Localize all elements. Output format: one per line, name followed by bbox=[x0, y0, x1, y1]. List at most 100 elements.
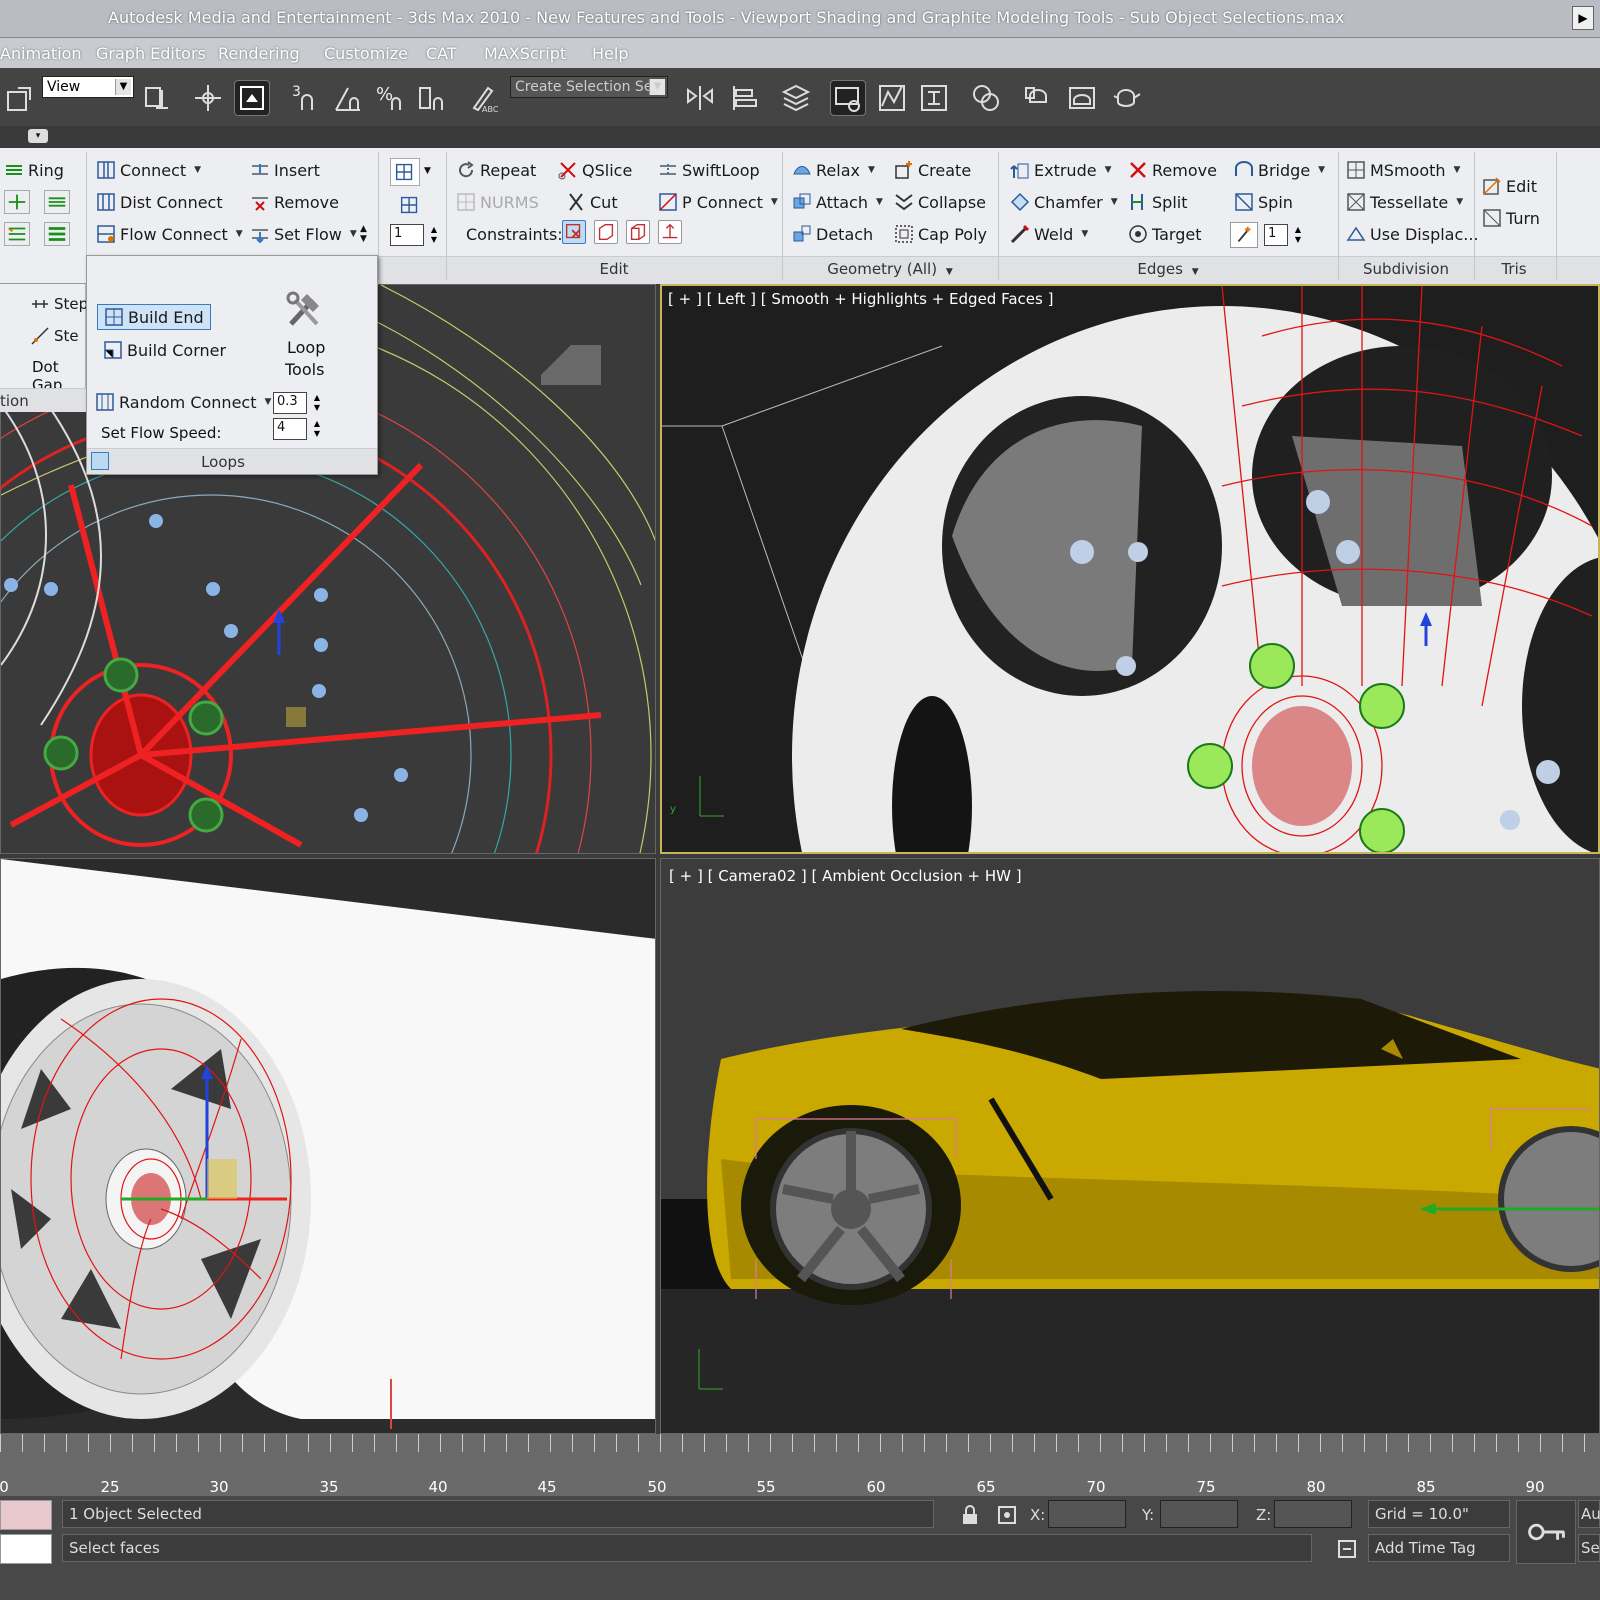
spinner-arrows-icon[interactable]: ▲ ▼ bbox=[431, 225, 437, 245]
menu-help[interactable]: Help bbox=[592, 44, 628, 63]
cut-button[interactable]: Cut bbox=[566, 192, 618, 212]
snap-3d-icon[interactable]: 3 bbox=[288, 80, 324, 116]
viewport-perspective[interactable] bbox=[0, 858, 656, 1434]
mirror-icon[interactable] bbox=[682, 80, 718, 116]
viewport-left-label[interactable]: [ + ] [ Left ] [ Smooth + Highlights + E… bbox=[668, 290, 1053, 308]
random-connect-button[interactable]: Random Connect ▼ bbox=[95, 392, 271, 412]
menu-maxscript[interactable]: MAXScript bbox=[484, 44, 566, 63]
edit-named-selection-icon[interactable]: ABC bbox=[466, 80, 502, 116]
bridge-button[interactable]: Bridge ▼ bbox=[1234, 160, 1325, 180]
weld-threshold-spinner[interactable]: 1 ▲ ▼ bbox=[1264, 224, 1301, 246]
weld-threshold-icon[interactable] bbox=[1230, 222, 1258, 248]
menu-graph-editors[interactable]: Graph Editors bbox=[96, 44, 206, 63]
chevron-down-icon[interactable]: ▼ bbox=[1111, 197, 1118, 207]
step-loop-button[interactable]: Step bbox=[30, 294, 88, 314]
maxscript-listener-mini[interactable] bbox=[0, 1500, 52, 1530]
x-coordinate-field[interactable] bbox=[1048, 1500, 1126, 1528]
move-gizmo-icon[interactable] bbox=[190, 80, 226, 116]
chevron-down-icon[interactable]: ▼ bbox=[1454, 165, 1461, 175]
ring-mode-icon[interactable] bbox=[44, 222, 70, 246]
set-flow-speed-spinner[interactable]: 4 ▲ ▼ bbox=[273, 418, 320, 440]
maxscript-input-mini[interactable] bbox=[0, 1534, 52, 1564]
collapse-button[interactable]: Collapse bbox=[894, 192, 986, 212]
time-tag-icon[interactable] bbox=[1336, 1538, 1358, 1560]
extrude-button[interactable]: Extrude ▼ bbox=[1010, 160, 1112, 180]
chevron-down-icon[interactable]: ▼ bbox=[1456, 197, 1463, 207]
loop-mode-icon[interactable] bbox=[4, 222, 30, 246]
msmooth-button[interactable]: MSmooth ▼ bbox=[1346, 160, 1460, 180]
region-select-icon[interactable] bbox=[2, 80, 38, 116]
chevron-down-icon[interactable]: ▼ bbox=[115, 79, 131, 95]
flow-connect-button[interactable]: Flow Connect ▼ bbox=[96, 224, 243, 244]
weld-button[interactable]: Weld ▼ bbox=[1010, 224, 1088, 244]
select-pattern-icon[interactable] bbox=[396, 192, 426, 220]
z-coordinate-field[interactable] bbox=[1274, 1500, 1352, 1528]
shrink-loop-icon[interactable] bbox=[44, 190, 70, 214]
chevron-down-icon[interactable]: ▼ bbox=[946, 267, 953, 277]
random-connect-spinner[interactable]: 0.3 ▲ ▼ bbox=[273, 392, 320, 414]
schematic-view-icon[interactable] bbox=[916, 80, 952, 116]
grow-loop-icon[interactable] bbox=[4, 190, 30, 214]
constraint-none-icon[interactable] bbox=[562, 220, 586, 244]
chevron-down-icon[interactable]: ▼ bbox=[1081, 229, 1088, 239]
chevron-down-icon[interactable]: ▼ bbox=[194, 165, 201, 175]
percent-snap-icon[interactable]: % bbox=[372, 80, 408, 116]
repeat-button[interactable]: Repeat bbox=[456, 160, 536, 180]
reference-coord-dropdown[interactable]: View ▼ bbox=[42, 76, 134, 98]
chevron-down-icon[interactable]: ▼ bbox=[1192, 267, 1199, 277]
p-connect-button[interactable]: P Connect ▼ bbox=[658, 192, 778, 212]
chevron-down-icon[interactable]: ▼ bbox=[350, 229, 357, 239]
manipulate-icon[interactable] bbox=[234, 80, 270, 116]
align-icon[interactable] bbox=[726, 80, 762, 116]
remove-loop-button[interactable]: Remove bbox=[250, 192, 339, 212]
chevron-down-icon[interactable]: ▼ bbox=[1318, 165, 1325, 175]
auto-key-button[interactable]: Au bbox=[1578, 1500, 1600, 1528]
add-time-tag[interactable]: Add Time Tag bbox=[1368, 1534, 1510, 1562]
set-flow-spinner[interactable]: ▲ ▼ bbox=[360, 224, 367, 244]
chevron-down-icon[interactable]: ▼ bbox=[868, 165, 875, 175]
pivot-icon[interactable] bbox=[140, 80, 176, 116]
menu-customize[interactable]: Customize bbox=[324, 44, 408, 63]
detach-button[interactable]: Detach bbox=[792, 224, 873, 244]
chevron-down-icon[interactable]: ▼ bbox=[264, 397, 271, 407]
spinner-arrows-icon[interactable]: ▲ ▼ bbox=[1295, 225, 1301, 245]
time-slider-track[interactable]: 0 25 30 35 40 45 50 55 60 65 70 75 80 85 90 bbox=[0, 1434, 1600, 1496]
set-key-icon[interactable] bbox=[1516, 1500, 1576, 1564]
viewport-camera[interactable]: [ + ] [ Camera02 ] [ Ambient Occlusion +… bbox=[660, 858, 1600, 1434]
material-editor-icon[interactable] bbox=[968, 80, 1004, 116]
loop-tools-icon[interactable] bbox=[283, 290, 327, 330]
viewport-left-view[interactable]: y [ + ] [ Left ] [ Smooth + Highlights +… bbox=[660, 284, 1600, 854]
chevron-down-icon[interactable]: ▼ bbox=[236, 229, 243, 239]
qslice-button[interactable]: QSlice bbox=[558, 160, 632, 180]
menu-cat[interactable]: CAT bbox=[426, 44, 457, 63]
chevron-down-icon[interactable]: ▼ bbox=[1105, 165, 1112, 175]
edit-tris-button[interactable]: Edit bbox=[1482, 176, 1537, 196]
y-coordinate-field[interactable] bbox=[1160, 1500, 1238, 1528]
menu-animation[interactable]: Animation bbox=[0, 44, 82, 63]
turn-button[interactable]: Turn bbox=[1482, 208, 1540, 228]
dist-connect-button[interactable]: Dist Connect bbox=[96, 192, 223, 212]
select-by-icon[interactable] bbox=[390, 158, 420, 186]
spinner-arrows-icon[interactable]: ▲ ▼ bbox=[314, 393, 320, 413]
rendered-frame-window-icon[interactable] bbox=[1064, 80, 1100, 116]
chamfer-button[interactable]: Chamfer ▼ bbox=[1010, 192, 1118, 212]
absolute-mode-icon[interactable] bbox=[996, 1504, 1018, 1526]
set-flow-button[interactable]: Set Flow ▼ bbox=[250, 224, 357, 244]
chevron-down-icon[interactable]: ▼ bbox=[876, 197, 883, 207]
target-weld-button[interactable]: Target bbox=[1128, 224, 1202, 244]
remove-edge-button[interactable]: Remove bbox=[1128, 160, 1217, 180]
split-button[interactable]: Split bbox=[1128, 192, 1187, 212]
viewport-camera-label[interactable]: [ + ] [ Camera02 ] [ Ambient Occlusion +… bbox=[669, 867, 1022, 885]
constraint-face-icon[interactable] bbox=[626, 220, 650, 244]
attach-button[interactable]: Attach ▼ bbox=[792, 192, 883, 212]
angle-snap-icon[interactable] bbox=[330, 80, 366, 116]
create-button[interactable]: Create bbox=[894, 160, 971, 180]
step-mode-button[interactable]: Ste bbox=[30, 326, 79, 346]
selection-lock-icon[interactable] bbox=[960, 1504, 980, 1526]
render-teapot-icon[interactable] bbox=[1108, 80, 1144, 116]
tessellate-button[interactable]: Tessellate ▼ bbox=[1346, 192, 1463, 212]
spinner-arrows-icon[interactable]: ▲ ▼ bbox=[314, 419, 320, 439]
curve-editor-icon[interactable] bbox=[874, 80, 910, 116]
ribbon-minimize-icon[interactable]: ▾ bbox=[28, 129, 48, 143]
select-step-spinner[interactable]: 1 ▲ ▼ bbox=[390, 224, 437, 246]
